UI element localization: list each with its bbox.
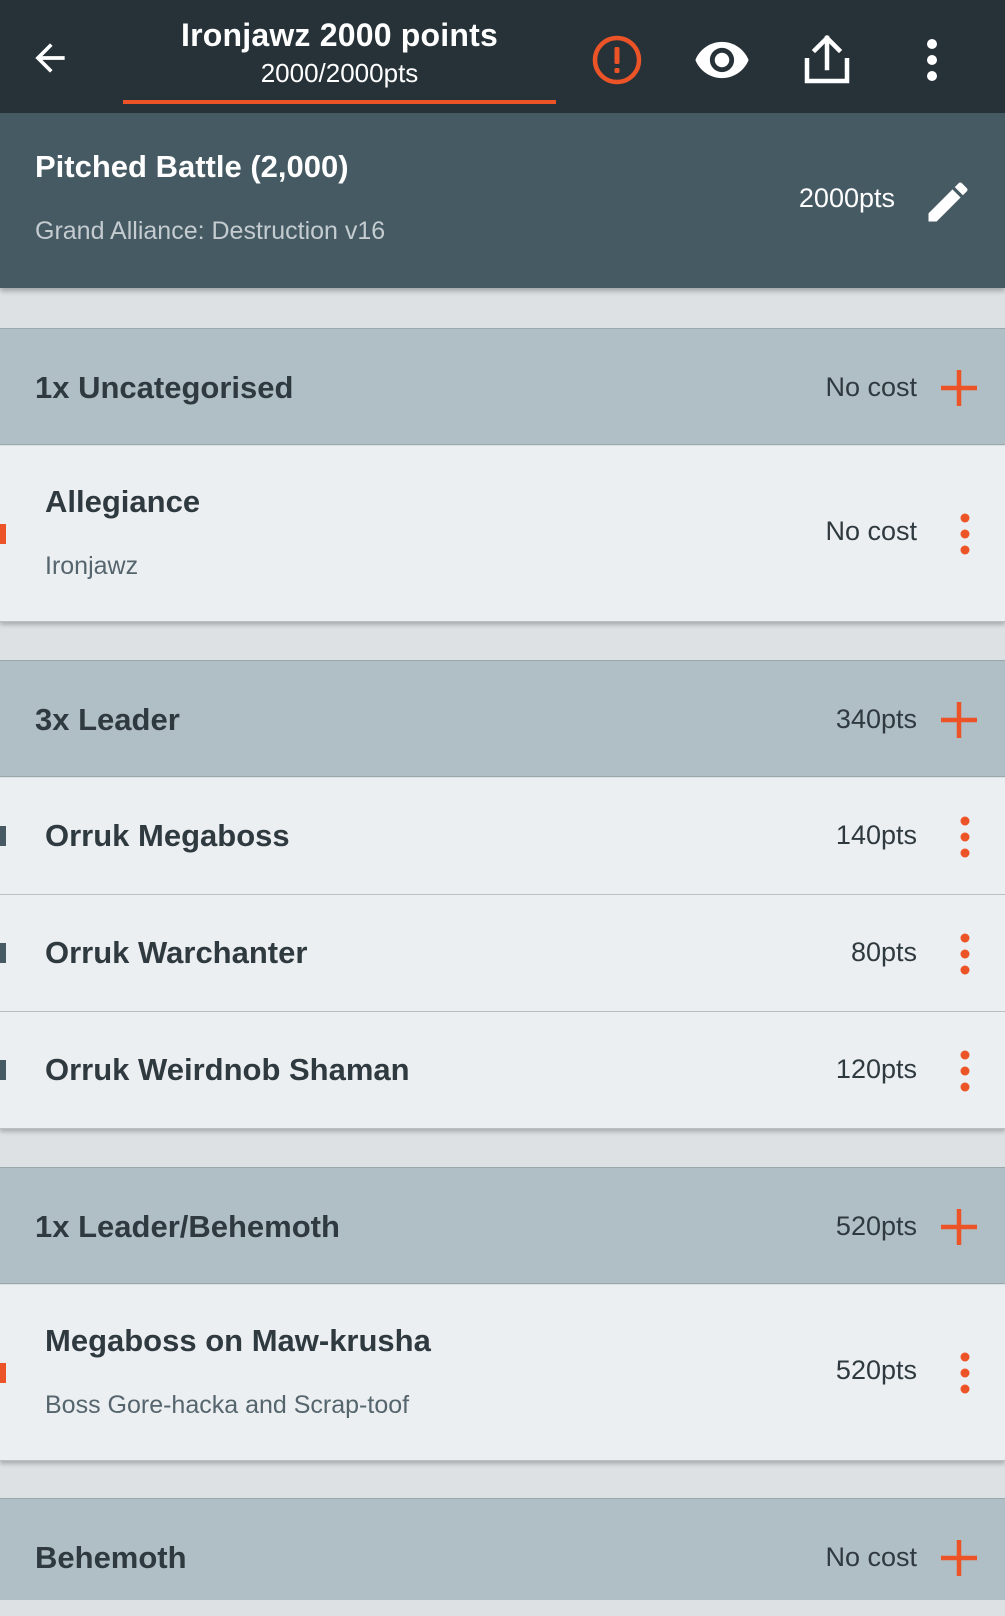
category-label: 3x Leader (35, 702, 180, 737)
list-item-megaboss-on-maw-krusha[interactable]: Megaboss on Maw-krusha Boss Gore-hacka a… (0, 1285, 1005, 1461)
eye-icon (695, 41, 749, 79)
category-behemoth[interactable]: Behemoth No cost (0, 1498, 1005, 1600)
pencil-icon (928, 182, 968, 222)
item-name: Orruk Weirdnob Shaman (45, 1052, 410, 1087)
item-cost: 140pts (835, 820, 917, 850)
category-leader-behemoth[interactable]: 1x Leader/Behemoth 520pts (0, 1167, 1005, 1284)
category-cost: No cost (825, 1542, 917, 1572)
preview-button[interactable] (692, 30, 752, 90)
item-marker (0, 1060, 6, 1080)
alert-circle-icon (592, 35, 642, 85)
item-cost: 120pts (835, 1054, 917, 1084)
battle-header[interactable]: Pitched Battle (2,000) Grand Alliance: D… (0, 113, 1005, 288)
list-item-orruk-weirdnob-shaman[interactable]: Orruk Weirdnob Shaman 120pts (0, 1012, 1005, 1129)
item-cost: 80pts (850, 937, 917, 967)
battle-faction: Grand Alliance: Destruction v16 (35, 217, 386, 245)
item-marker (0, 943, 6, 963)
battle-name: Pitched Battle (2,000) (35, 149, 349, 184)
battle-points: 2000pts (798, 183, 895, 213)
plus-icon[interactable] (935, 364, 983, 412)
title-underline (123, 100, 556, 104)
item-cost: No cost (825, 516, 917, 546)
item-subtitle: Ironjawz (45, 552, 139, 580)
share-button[interactable] (797, 30, 857, 90)
more-vert-icon[interactable] (953, 1049, 977, 1093)
item-marker (0, 1363, 6, 1383)
back-button[interactable] (22, 30, 78, 86)
arrow-left-icon (35, 43, 65, 73)
item-marker (0, 826, 6, 846)
category-leader[interactable]: 3x Leader 340pts (0, 660, 1005, 777)
overflow-menu-button[interactable] (902, 30, 962, 90)
more-vert-icon[interactable] (953, 1351, 977, 1395)
list-item-allegiance[interactable]: Allegiance Ironjawz No cost (0, 446, 1005, 622)
item-cost: 520pts (835, 1355, 917, 1385)
category-cost: No cost (825, 372, 917, 402)
roster-title: Ironjawz 2000 points (181, 17, 498, 53)
more-vert-icon[interactable] (953, 512, 977, 556)
app-bar: Ironjawz 2000 points 2000/2000pts (0, 0, 1005, 113)
item-name: Orruk Megaboss (45, 818, 290, 853)
category-cost: 340pts (835, 704, 917, 734)
more-vert-icon (927, 39, 937, 81)
category-label: 1x Leader/Behemoth (35, 1209, 340, 1244)
item-marker (0, 524, 6, 544)
list-item-orruk-warchanter[interactable]: Orruk Warchanter 80pts (0, 895, 1005, 1012)
roster-title-block[interactable]: Ironjawz 2000 points 2000/2000pts (123, 12, 556, 104)
list-item-orruk-megaboss[interactable]: Orruk Megaboss 140pts (0, 778, 1005, 895)
item-name: Allegiance (45, 484, 201, 519)
category-uncategorised[interactable]: 1x Uncategorised No cost (0, 328, 1005, 445)
roster-points: 2000/2000pts (260, 58, 419, 88)
plus-icon[interactable] (935, 1203, 983, 1251)
more-vert-icon[interactable] (953, 932, 977, 976)
item-name: Megaboss on Maw-krusha (45, 1323, 431, 1358)
plus-icon[interactable] (935, 696, 983, 744)
category-cost: 520pts (835, 1211, 917, 1241)
item-name: Orruk Warchanter (45, 935, 308, 970)
item-subtitle: Boss Gore-hacka and Scrap-toof (45, 1391, 410, 1419)
plus-icon[interactable] (935, 1534, 983, 1582)
more-vert-icon[interactable] (953, 815, 977, 859)
warning-button[interactable] (587, 30, 647, 90)
share-icon (804, 34, 850, 84)
category-label: Behemoth (35, 1540, 187, 1575)
edit-button[interactable] (921, 175, 975, 229)
category-label: 1x Uncategorised (35, 370, 294, 405)
